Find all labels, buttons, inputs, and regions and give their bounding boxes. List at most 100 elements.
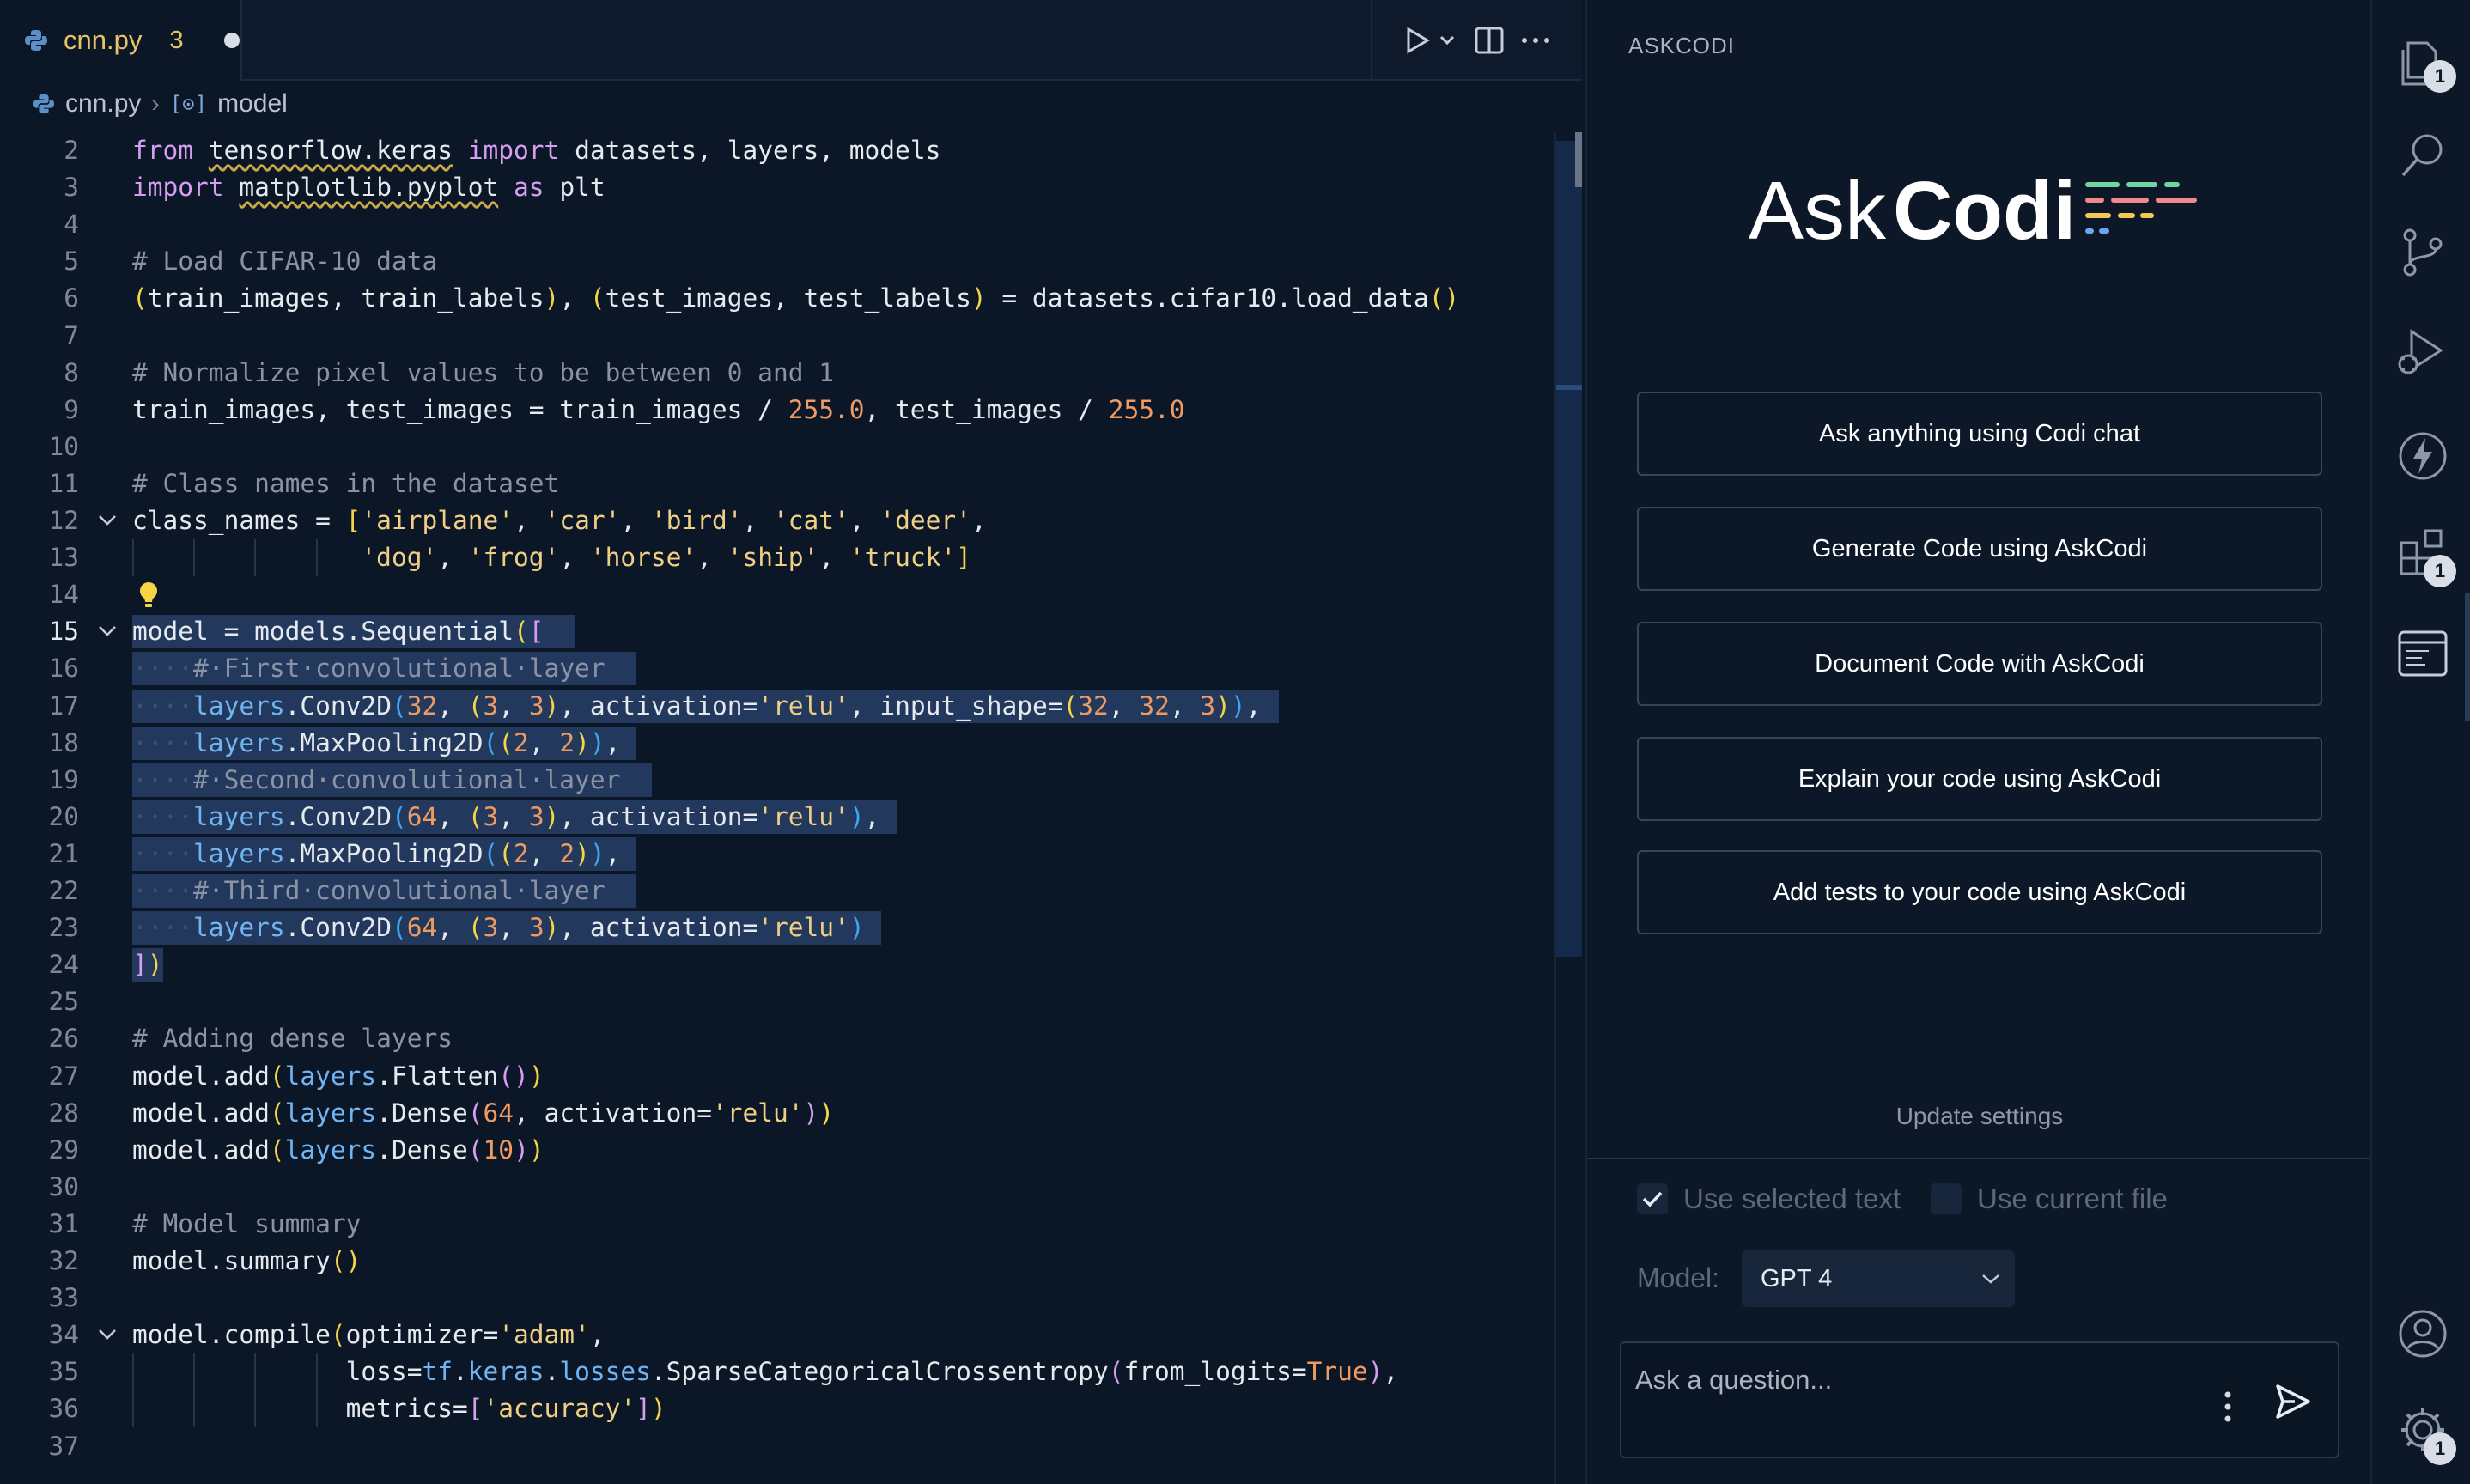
code-line[interactable]: 33 xyxy=(0,1280,1554,1317)
lightbulb-icon[interactable] xyxy=(137,581,160,610)
generate-code-button[interactable]: Generate Code using AskCodi xyxy=(1637,507,2322,591)
run-button[interactable] xyxy=(1403,26,1458,55)
code-line[interactable]: 2 from tensorflow.keras import datasets, … xyxy=(0,132,1554,169)
activity-lightning[interactable] xyxy=(2396,429,2449,483)
code-line[interactable]: 37 xyxy=(0,1428,1554,1465)
code-line[interactable]: 32 model.summary() xyxy=(0,1243,1554,1280)
code-line[interactable]: 6 (train_images, train_labels), (test_ima… xyxy=(0,280,1554,317)
code-line[interactable]: 9 train_images, test_images = train_image… xyxy=(0,392,1554,429)
explorer-badge: 1 xyxy=(2424,60,2456,93)
line-number: 9 xyxy=(64,394,79,424)
line-number: 35 xyxy=(48,1357,79,1387)
breadcrumb-file[interactable]: cnn.py xyxy=(65,89,141,119)
model-select[interactable]: GPT 4 xyxy=(1742,1250,2015,1307)
update-settings-link[interactable]: Update settings xyxy=(1587,1103,2372,1130)
code-line[interactable]: 30 xyxy=(0,1169,1554,1206)
code-text: # Model summary xyxy=(132,1208,362,1238)
line-number: 10 xyxy=(48,431,79,461)
search-icon xyxy=(2401,134,2443,177)
editor-scrollbar[interactable] xyxy=(1554,132,1582,1484)
code-text: (train_images, train_labels), (test_imag… xyxy=(132,283,1460,313)
activity-source-control[interactable] xyxy=(2396,225,2449,278)
scrollbar-thumb[interactable] xyxy=(1556,141,1582,957)
line-number: 18 xyxy=(48,727,79,757)
line-number: 20 xyxy=(48,801,79,831)
code-line[interactable]: 13 'dog', 'frog', 'horse', 'ship', 'truc… xyxy=(0,539,1554,577)
chevron-right-icon: › xyxy=(151,90,160,117)
code-line[interactable]: 12 class_names = ['airplane', 'car', 'bir… xyxy=(0,502,1554,539)
code-line[interactable]: 18 ····layers.MaxPooling2D((2, 2)), xyxy=(0,725,1554,762)
activity-bar-scrollbar[interactable] xyxy=(2465,593,2470,721)
document-code-button[interactable]: Document Code with AskCodi xyxy=(1637,622,2322,706)
use-selected-text-checkbox[interactable] xyxy=(1637,1183,1668,1214)
send-icon[interactable] xyxy=(2272,1381,2314,1422)
code-area[interactable]: 2 from tensorflow.keras import datasets, … xyxy=(0,132,1554,1484)
code-line[interactable]: 5 # Load CIFAR-10 data xyxy=(0,243,1554,280)
model-select-value: GPT 4 xyxy=(1761,1264,1833,1292)
breadcrumb-symbol[interactable]: model xyxy=(217,89,288,119)
ask-question-input[interactable] xyxy=(1635,1359,2168,1402)
problem-count: 3 xyxy=(169,26,184,54)
code-line[interactable]: 26 # Adding dense layers xyxy=(0,1020,1554,1057)
code-line[interactable]: 7 xyxy=(0,318,1554,355)
split-editor-button[interactable] xyxy=(1474,26,1505,55)
code-line[interactable]: 15 model = models.Sequential([ xyxy=(0,613,1554,650)
more-actions-button[interactable] xyxy=(1520,36,1551,45)
code-line[interactable]: 34 model.compile(optimizer='adam', xyxy=(0,1317,1554,1353)
code-line[interactable]: 4 xyxy=(0,206,1554,243)
activity-askcodi[interactable] xyxy=(2396,627,2449,680)
code-line[interactable]: 19 ····#·Second·convolutional·layer xyxy=(0,762,1554,799)
code-text: model = models.Sequential([ xyxy=(132,617,544,647)
code-line[interactable]: 29 model.add(layers.Dense(10)) xyxy=(0,1132,1554,1169)
scrollbar-selection-marker xyxy=(1556,385,1582,390)
line-number: 4 xyxy=(64,210,79,240)
line-number: 21 xyxy=(48,838,79,868)
code-line[interactable]: 8 # Normalize pixel values to be between … xyxy=(0,355,1554,392)
activity-search[interactable] xyxy=(2396,129,2449,182)
more-options-icon[interactable] xyxy=(2223,1390,2233,1424)
scrollbar-cursor-marker xyxy=(1575,132,1582,187)
code-line[interactable]: 17 ····layers.Conv2D(32, (3, 3), activati… xyxy=(0,688,1554,725)
use-current-file-checkbox[interactable] xyxy=(1931,1183,1962,1214)
code-line[interactable]: 27 model.add(layers.Flatten()) xyxy=(0,1058,1554,1095)
code-line[interactable]: 3 import matplotlib.pyplot as plt xyxy=(0,169,1554,206)
run-icon xyxy=(1407,27,1455,54)
code-text: ····layers.Conv2D(32, (3, 3), activation… xyxy=(132,690,1262,721)
code-line[interactable]: 10 xyxy=(0,429,1554,465)
code-line[interactable]: 25 xyxy=(0,983,1554,1020)
code-text: # Adding dense layers xyxy=(132,1024,453,1054)
code-line[interactable]: 21 ····layers.MaxPooling2D((2, 2)), xyxy=(0,836,1554,873)
code-line[interactable]: 24]) xyxy=(0,946,1554,983)
activity-settings[interactable]: 1 xyxy=(2396,1403,2456,1465)
activity-run-debug[interactable] xyxy=(2396,326,2449,380)
vscode-window: cnn.py 3 cnn.py › [⊙] model 2 from tenso… xyxy=(0,0,2470,1484)
ask-codi-chat-button[interactable]: Ask anything using Codi chat xyxy=(1637,392,2322,476)
activity-account[interactable] xyxy=(2396,1307,2449,1360)
activity-explorer[interactable]: 1 xyxy=(2396,34,2456,93)
code-line[interactable]: 36 metrics=['accuracy']) xyxy=(0,1390,1554,1428)
code-line[interactable]: 28 model.add(layers.Dense(64, activation=… xyxy=(0,1095,1554,1132)
code-line[interactable]: 23 ····layers.Conv2D(64, (3, 3), activati… xyxy=(0,909,1554,946)
activity-extensions[interactable]: 1 xyxy=(2396,526,2456,587)
use-current-file-option[interactable]: Use current file xyxy=(1931,1180,2168,1218)
add-tests-button[interactable]: Add tests to your code using AskCodi xyxy=(1637,850,2322,934)
code-text: 'dog', 'frog', 'horse', 'ship', 'truck'] xyxy=(361,543,971,573)
use-selected-text-option[interactable]: Use selected text xyxy=(1637,1180,1901,1218)
panel-title: ASKCODI xyxy=(1628,33,1736,58)
run-debug-icon xyxy=(2398,329,2443,374)
code-line[interactable]: 22 ····#·Third·convolutional·layer xyxy=(0,873,1554,909)
logo-codi-text: Codi xyxy=(1893,165,2076,257)
panel-divider xyxy=(1587,1158,2372,1159)
code-text: model.add(layers.Flatten()) xyxy=(132,1061,544,1091)
code-text: ····layers.MaxPooling2D((2, 2)), xyxy=(132,838,621,868)
code-line[interactable]: 31 # Model summary xyxy=(0,1206,1554,1243)
code-line[interactable]: 14 xyxy=(0,576,1554,613)
code-line[interactable]: 11 # Class names in the dataset xyxy=(0,465,1554,502)
explain-code-button[interactable]: Explain your code using AskCodi xyxy=(1637,737,2322,821)
code-line[interactable]: 16 ····#·First·convolutional·layer xyxy=(0,650,1554,687)
line-number: 37 xyxy=(48,1431,79,1461)
unsaved-dot-icon[interactable] xyxy=(224,33,240,48)
code-line[interactable]: 20 ····layers.Conv2D(64, (3, 3), activati… xyxy=(0,799,1554,836)
code-line[interactable]: 35 loss=tf.keras.losses.SparseCategorica… xyxy=(0,1353,1554,1391)
tab-cnn-py[interactable]: cnn.py 3 xyxy=(0,0,242,81)
